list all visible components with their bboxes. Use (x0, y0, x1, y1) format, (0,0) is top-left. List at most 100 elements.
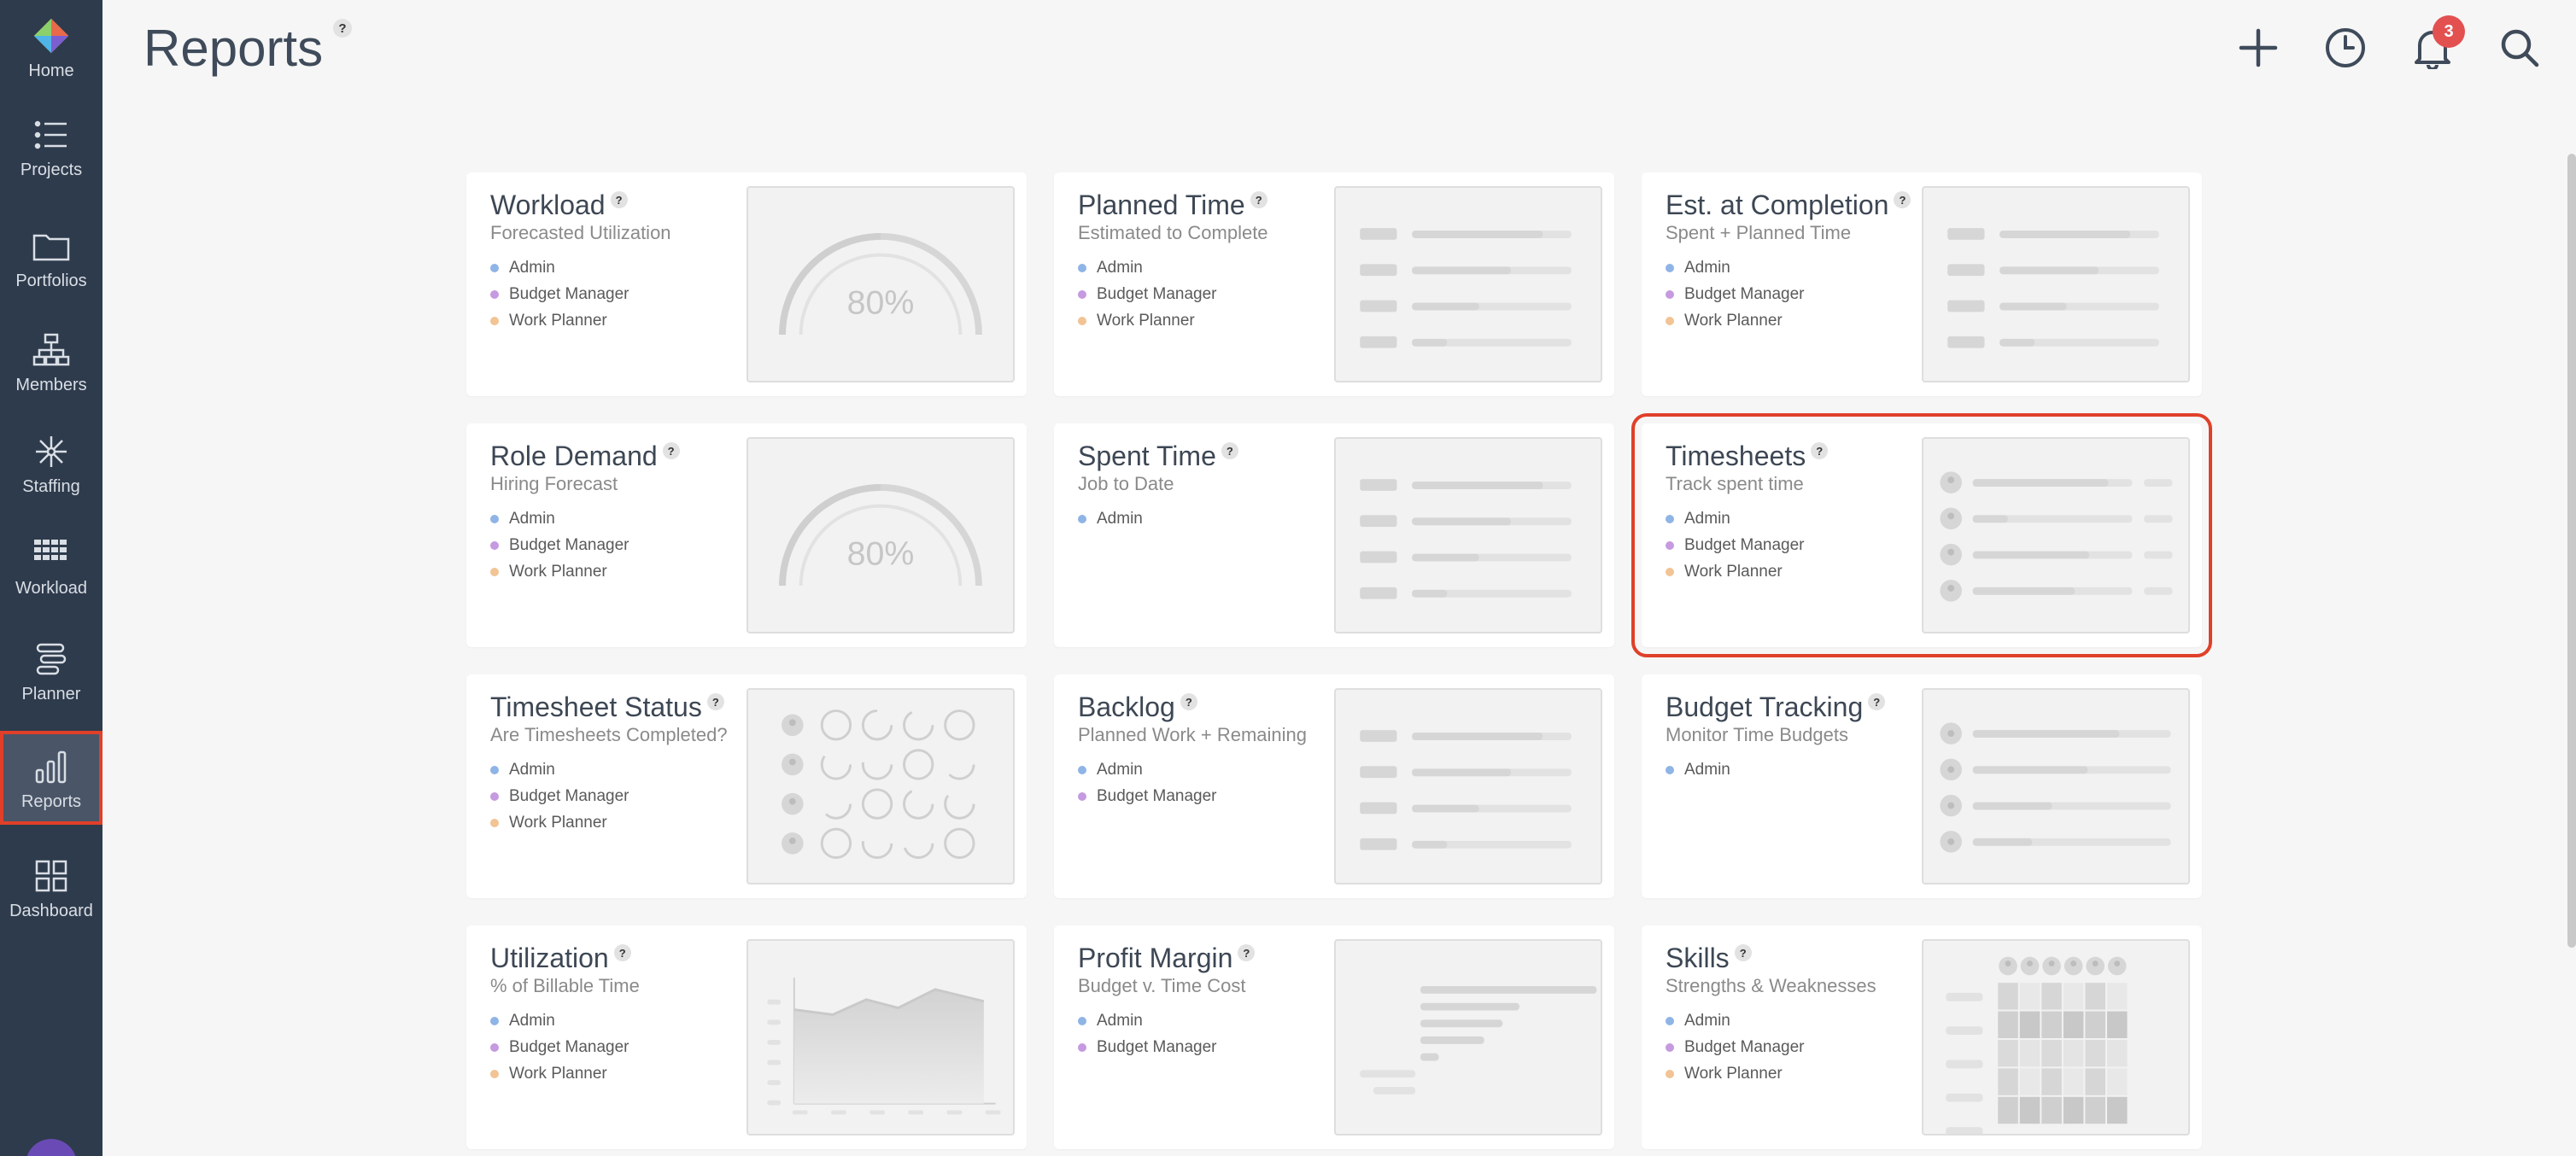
sidebar-item-label: Home (28, 61, 74, 80)
sidebar-item-projects[interactable]: Projects (0, 99, 102, 193)
role-label: Budget Manager (1097, 786, 1217, 805)
role-item: Budget Manager (1078, 281, 1217, 307)
notifications-button[interactable]: 3 (2410, 15, 2465, 73)
role-dot-icon (1666, 263, 1674, 272)
card-subtitle: Are Timesheets Completed? (490, 724, 728, 745)
role-item: Budget Manager (490, 281, 629, 307)
sidebar-item-planner[interactable]: Planner (0, 623, 102, 717)
scrollbar[interactable] (2567, 154, 2576, 948)
card-subtitle: Strengths & Weaknesses (1666, 975, 1876, 996)
role-label: Budget Manager (509, 1037, 629, 1056)
card-subtitle: Estimated to Complete (1078, 222, 1268, 243)
role-dot-icon (1666, 1042, 1674, 1052)
time-button[interactable] (2323, 22, 2368, 73)
role-dot-icon (490, 567, 499, 576)
avatar[interactable] (26, 1139, 77, 1156)
role-label: Budget Manager (1684, 284, 1805, 303)
role-dot-icon (490, 540, 499, 550)
role-list: Admin Budget Manager Work Planner (1078, 254, 1217, 334)
sidebar-item-staffing[interactable]: Staffing (0, 416, 102, 510)
page-title: Reports (143, 20, 324, 77)
help-icon[interactable]: ? (1734, 944, 1752, 961)
card-subtitle: % of Billable Time (490, 975, 640, 996)
role-list: Admin Budget Manager Work Planner (490, 1007, 629, 1087)
role-list: Admin Budget Manager Work Planner (1666, 505, 1805, 585)
role-item: Admin (1078, 1007, 1217, 1034)
role-label: Admin (509, 509, 555, 528)
sidebar-item-home[interactable]: Home (0, 0, 102, 94)
role-label: Budget Manager (1097, 284, 1217, 303)
role-dot-icon (1078, 263, 1086, 272)
search-icon (2501, 29, 2539, 67)
help-icon[interactable]: ? (1811, 442, 1829, 459)
role-label: Budget Manager (1684, 1037, 1805, 1056)
card-subtitle: Monitor Time Budgets (1666, 724, 1848, 745)
role-label: Admin (1097, 258, 1143, 277)
sidebar-item-label: Members (15, 376, 87, 394)
role-item: Budget Manager (490, 1034, 629, 1060)
role-item: Work Planner (1666, 558, 1805, 585)
role-item: Work Planner (490, 1060, 629, 1087)
card-title: Timesheet Status? (490, 692, 724, 723)
card-title: Backlog? (1078, 692, 1197, 723)
help-icon[interactable]: ? (333, 19, 352, 38)
role-item: Work Planner (490, 809, 629, 836)
sidebar-item-reports[interactable]: Reports (0, 731, 102, 825)
card-title-text: Planned Time (1078, 190, 1245, 220)
report-card-workload[interactable]: Workload? Forecasted Utilization Admin Bu… (466, 172, 1027, 396)
add-button[interactable] (2236, 22, 2280, 73)
role-item: Admin (1666, 756, 1730, 783)
help-icon[interactable]: ? (613, 944, 631, 961)
report-card-backlog[interactable]: Backlog? Planned Work + Remaining Admin B… (1054, 674, 1614, 898)
search-button[interactable] (2497, 22, 2542, 73)
card-subtitle: Forecasted Utilization (490, 222, 671, 243)
report-card-timesheet-status[interactable]: Timesheet Status? Are Timesheets Complet… (466, 674, 1027, 898)
report-card-est-at-completion[interactable]: Est. at Completion? Spent + Planned Time… (1642, 172, 2202, 396)
help-icon[interactable]: ? (706, 693, 724, 710)
card-title-text: Spent Time (1078, 441, 1216, 471)
help-icon[interactable]: ? (1868, 693, 1886, 710)
report-card-timesheets[interactable]: Timesheets? Track spent time Admin Budget… (1631, 413, 2212, 657)
report-card-planned-time[interactable]: Planned Time? Estimated to Complete Admi… (1054, 172, 1614, 396)
sidebar-item-members[interactable]: Members (0, 314, 102, 408)
help-icon[interactable]: ? (1180, 693, 1197, 710)
role-item: Work Planner (490, 307, 629, 334)
help-icon[interactable]: ? (1221, 442, 1238, 459)
role-label: Work Planner (509, 562, 607, 581)
card-title: Workload? (490, 190, 628, 221)
report-card-profit-margin[interactable]: Profit Margin? Budget v. Time Cost Admin… (1054, 925, 1614, 1149)
role-dot-icon (490, 1042, 499, 1052)
role-label: Budget Manager (509, 786, 629, 805)
role-dot-icon (490, 765, 499, 774)
sidebar-item-dashboard[interactable]: Dashboard (0, 840, 102, 934)
sidebar-item-label: Planner (21, 685, 81, 704)
help-icon[interactable]: ? (1894, 191, 1912, 208)
role-dot-icon (1666, 765, 1674, 774)
help-icon[interactable]: ? (662, 442, 680, 459)
sidebar-item-portfolios[interactable]: Portfolios (0, 210, 102, 304)
card-title-text: Utilization (490, 943, 609, 973)
help-icon[interactable]: ? (1250, 191, 1268, 208)
role-dot-icon (1666, 316, 1674, 325)
help-icon[interactable]: ? (1238, 944, 1256, 961)
role-item: Work Planner (490, 558, 629, 585)
report-card-utilization[interactable]: Utilization? % of Billable Time Admin Bud… (466, 925, 1027, 1149)
role-list: Admin Budget Manager Work Planner (1666, 254, 1805, 334)
card-preview-gauge: 80% (746, 186, 1015, 382)
role-item: Admin (1078, 505, 1143, 532)
card-preview-bars (1922, 186, 2190, 382)
card-subtitle: Planned Work + Remaining (1078, 724, 1308, 745)
report-card-budget-tracking[interactable]: Budget Tracking? Monitor Time Budgets Ad… (1642, 674, 2202, 898)
sidebar-item-label: Dashboard (9, 902, 93, 920)
role-item: Budget Manager (1078, 783, 1217, 809)
report-card-spent-time[interactable]: Spent Time? Job to Date Admin (1054, 423, 1614, 647)
sidebar-item-workload[interactable]: Workload (0, 517, 102, 611)
role-label: Admin (1097, 509, 1143, 528)
role-item: Budget Manager (1078, 1034, 1217, 1060)
role-item: Admin (1078, 756, 1217, 783)
report-card-skills[interactable]: Skills? Strengths & Weaknesses Admin Budg… (1642, 925, 2202, 1149)
card-subtitle: Job to Date (1078, 473, 1174, 494)
help-icon[interactable]: ? (610, 191, 628, 208)
report-card-role-demand[interactable]: Role Demand? Hiring Forecast Admin Budget… (466, 423, 1027, 647)
home-logo-icon (32, 17, 70, 55)
